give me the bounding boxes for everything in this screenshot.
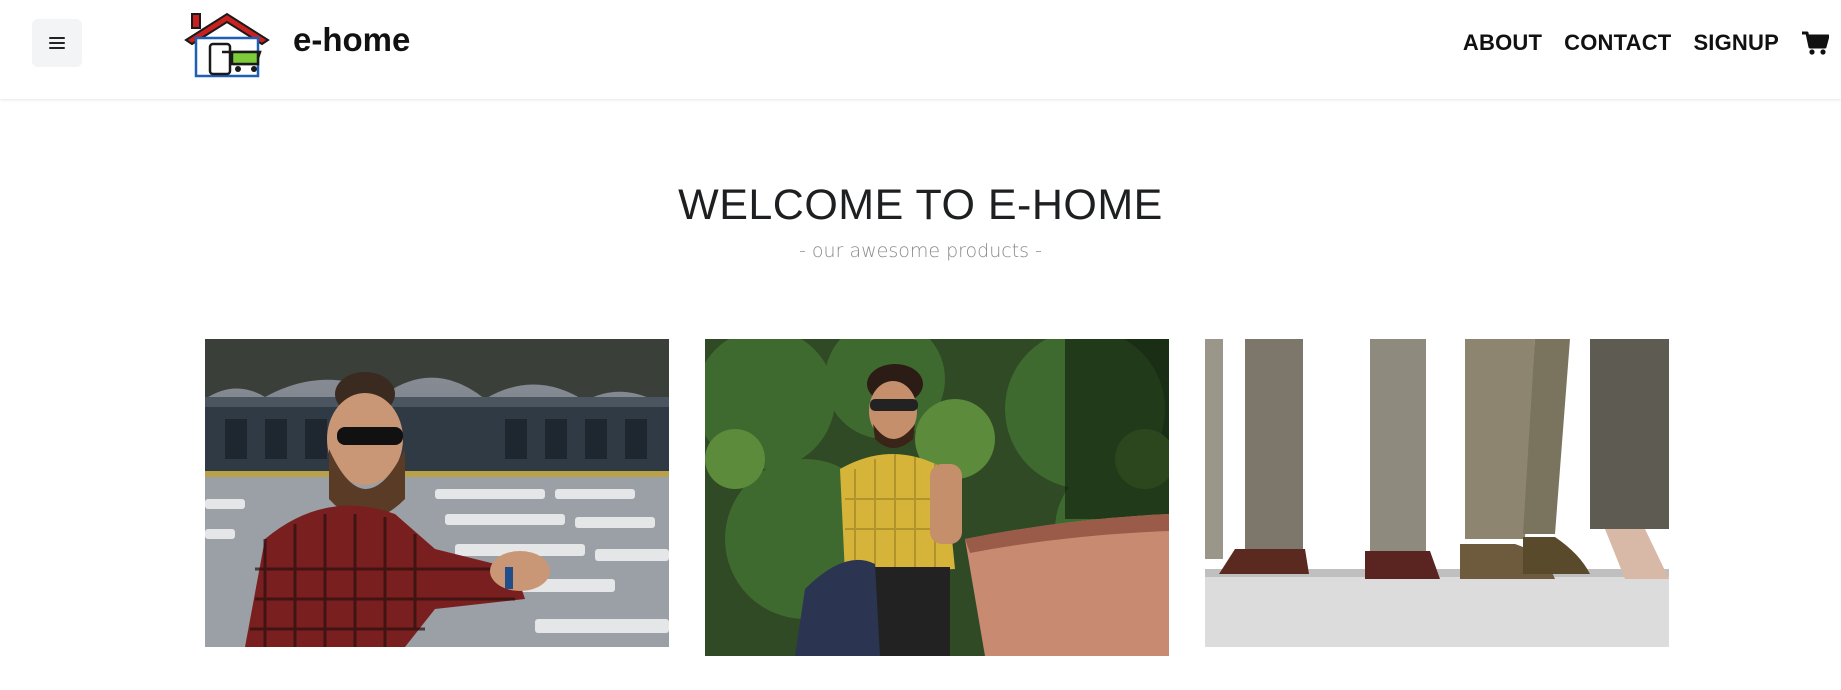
hero-section: WELCOME TO E-HOME - our awesome products… xyxy=(0,180,1841,262)
nav-link-signup[interactable]: SIGNUP xyxy=(1693,30,1779,56)
shopping-cart-icon[interactable] xyxy=(1801,30,1829,56)
hero-subtitle: - our awesome products - xyxy=(799,239,1042,262)
product-image-2 xyxy=(705,339,1169,656)
hero-title: WELCOME TO E-HOME xyxy=(678,181,1163,229)
nav-links: ABOUT CONTACT SIGNUP xyxy=(1463,0,1841,86)
product-card-3[interactable] xyxy=(1205,339,1669,647)
product-card-1[interactable] xyxy=(205,339,669,647)
top-navbar: e-home ABOUT CONTACT SIGNUP xyxy=(0,0,1841,99)
hamburger-icon xyxy=(49,37,65,49)
house-cart-icon xyxy=(184,12,270,78)
nav-link-contact[interactable]: CONTACT xyxy=(1564,30,1671,56)
product-image-1 xyxy=(205,339,669,647)
product-image-3 xyxy=(1205,339,1669,647)
product-card-2[interactable] xyxy=(705,339,1169,656)
brand-name: e-home xyxy=(293,21,411,58)
nav-link-about[interactable]: ABOUT xyxy=(1463,30,1542,56)
menu-toggle-button[interactable] xyxy=(32,19,82,67)
brand-link[interactable]: e-home xyxy=(182,10,410,78)
